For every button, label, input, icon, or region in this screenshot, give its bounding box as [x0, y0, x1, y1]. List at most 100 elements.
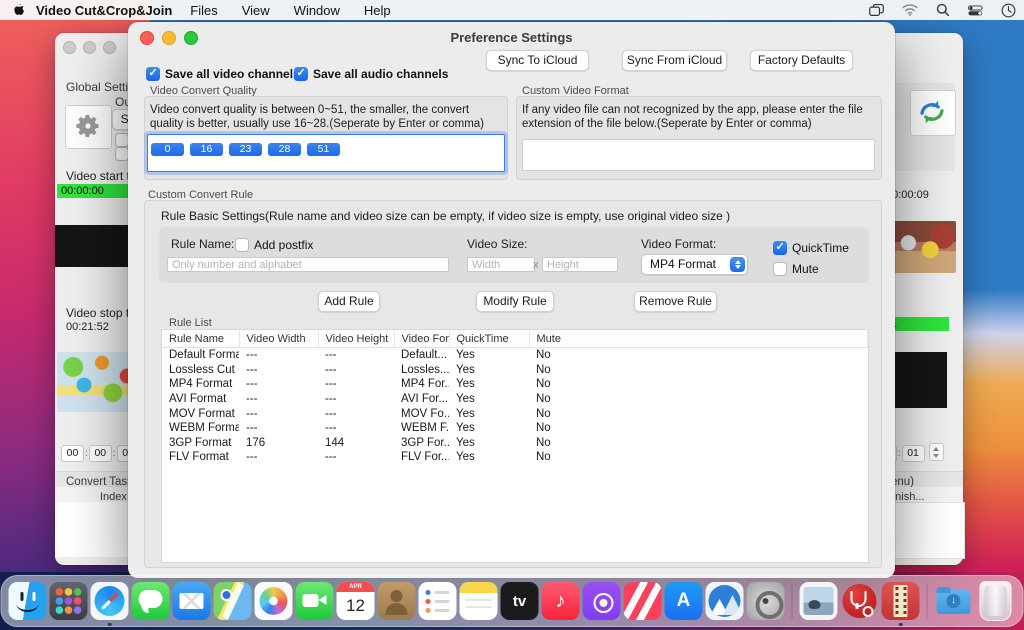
- column-header[interactable]: QuickTime: [449, 330, 529, 348]
- custom-format-input[interactable]: [522, 139, 875, 171]
- dock-mountain-app-icon[interactable]: [706, 582, 744, 620]
- checkbox-box[interactable]: [146, 67, 160, 81]
- rule-list-table[interactable]: Rule Name Video Width Video Height Video…: [161, 329, 869, 563]
- add-postfix-checkbox[interactable]: Add postfix: [235, 236, 313, 254]
- menu-help[interactable]: Help: [364, 3, 391, 18]
- calendar-day: 12: [337, 592, 375, 620]
- quality-tags-field[interactable]: 0 16 23 28 51: [147, 134, 505, 172]
- table-cell: Yes: [449, 348, 529, 363]
- dock-appstore-icon[interactable]: A: [665, 582, 703, 620]
- menu-window[interactable]: Window: [294, 3, 340, 18]
- time-stepper-control[interactable]: [929, 443, 944, 461]
- save-video-checkbox[interactable]: Save all video channels: [146, 65, 300, 83]
- add-rule-button[interactable]: Add Rule: [318, 291, 380, 312]
- seconds-field[interactable]: 01: [902, 445, 925, 462]
- quality-tag[interactable]: 23: [229, 143, 262, 156]
- dock-tv-icon[interactable]: tv: [501, 582, 539, 620]
- window-controls[interactable]: [63, 41, 123, 59]
- checkbox-box[interactable]: [115, 147, 129, 161]
- rule-name-input[interactable]: [167, 257, 449, 272]
- table-row[interactable]: MOV Format------MOV Fo...YesNo: [162, 406, 868, 421]
- dock-maps-icon[interactable]: [214, 582, 252, 620]
- factory-defaults-button[interactable]: Factory Defaults: [750, 50, 853, 71]
- checkbox-box[interactable]: [773, 241, 787, 255]
- table-row[interactable]: 3GP Format1761443GP For...YesNo: [162, 436, 868, 451]
- width-input[interactable]: [467, 257, 535, 272]
- dock-music-icon[interactable]: ♪: [542, 582, 580, 620]
- checkbox-box[interactable]: [773, 262, 787, 276]
- quicktime-checkbox[interactable]: QuickTime: [773, 239, 849, 257]
- dock-podcasts-icon[interactable]: [583, 582, 621, 620]
- menu-view[interactable]: View: [242, 3, 270, 18]
- checkbox-box[interactable]: [235, 238, 249, 252]
- control-center-icon[interactable]: [968, 5, 983, 16]
- quality-tag[interactable]: 16: [190, 143, 223, 156]
- hours-field[interactable]: 00: [61, 445, 84, 462]
- dock-photos-icon[interactable]: [255, 582, 293, 620]
- dock-launchpad-icon[interactable]: [50, 582, 88, 620]
- apple-menu-icon[interactable]: [12, 2, 26, 18]
- convert-button[interactable]: [910, 90, 956, 136]
- video-thumbnail-cartoon[interactable]: [888, 221, 956, 273]
- sync-from-icloud-button[interactable]: Sync From iCloud: [622, 50, 727, 71]
- rule-group-box: Rule Basic Settings(Rule name and video …: [144, 200, 882, 568]
- modify-rule-button[interactable]: Modify Rule: [476, 291, 554, 312]
- dock-facetime-icon[interactable]: [296, 582, 334, 620]
- dock-reminders-icon[interactable]: [419, 582, 457, 620]
- quality-tag[interactable]: 0: [151, 143, 184, 156]
- dock-calendar-icon[interactable]: APR 12: [337, 582, 375, 620]
- table-row[interactable]: WEBM Format------WEBM F...YesNo: [162, 421, 868, 436]
- column-header[interactable]: Rule Name: [162, 330, 239, 348]
- dock-downloads-folder-icon[interactable]: ↓: [935, 582, 973, 620]
- dock-news-icon[interactable]: [624, 582, 662, 620]
- minutes-field[interactable]: 00: [89, 445, 112, 462]
- settings-gear-button[interactable]: [65, 105, 112, 149]
- remove-rule-button[interactable]: Remove Rule: [634, 291, 717, 312]
- dock-trash-icon[interactable]: [980, 581, 1012, 621]
- clock-icon[interactable]: [1001, 3, 1016, 18]
- dock-photo-app-icon[interactable]: [800, 582, 838, 620]
- table-row[interactable]: AVI Format------AVI For...YesNo: [162, 392, 868, 407]
- sync-to-icloud-button[interactable]: Sync To iCloud: [486, 50, 589, 71]
- zoom-button[interactable]: [103, 41, 116, 54]
- displays-icon[interactable]: [869, 4, 884, 17]
- height-input[interactable]: [542, 257, 618, 272]
- dock-stethoscope-app-icon[interactable]: [841, 582, 879, 620]
- close-button[interactable]: [63, 41, 76, 54]
- table-header-row: Rule Name Video Width Video Height Video…: [162, 330, 868, 348]
- dock-safari-icon[interactable]: [91, 582, 129, 620]
- dock-video-app-icon[interactable]: [882, 582, 920, 620]
- dock-contacts-icon[interactable]: [378, 582, 416, 620]
- size-separator: x: [533, 259, 539, 271]
- video-format-select[interactable]: MP4 Format: [641, 254, 748, 275]
- save-audio-checkbox[interactable]: Save all audio channels: [294, 65, 448, 83]
- table-cell: Yes: [449, 450, 529, 465]
- menu-app-name[interactable]: Video Cut&Crop&Join: [36, 3, 172, 18]
- wifi-icon[interactable]: [902, 4, 918, 16]
- table-cell: ---: [239, 392, 318, 407]
- table-row[interactable]: MP4 Format------MP4 For...YesNo: [162, 377, 868, 392]
- quality-tag[interactable]: 28: [268, 143, 301, 156]
- dock-system-preferences-icon[interactable]: [747, 582, 785, 620]
- mute-checkbox[interactable]: Mute: [773, 260, 819, 278]
- search-icon[interactable]: [936, 3, 950, 17]
- table-row[interactable]: FLV Format------FLV For...YesNo: [162, 450, 868, 465]
- table-row[interactable]: Lossless Cut------Lossles...YesNo: [162, 363, 868, 378]
- checkbox-label: Add postfix: [254, 238, 313, 252]
- column-header[interactable]: Video Height: [318, 330, 394, 348]
- dock-finder-icon[interactable]: [9, 582, 47, 620]
- checkbox-box[interactable]: [294, 67, 308, 81]
- quality-tag[interactable]: 51: [307, 143, 340, 156]
- table-cell: MOV Format: [162, 406, 239, 421]
- table-row[interactable]: Default Format------Default...YesNo: [162, 348, 868, 363]
- column-header[interactable]: Video Width: [239, 330, 318, 348]
- menu-files[interactable]: Files: [190, 3, 217, 18]
- column-header[interactable]: Video For...: [394, 330, 449, 348]
- desktop: Global Setting Ou Su P U Video start tim…: [0, 0, 1024, 630]
- dock-messages-icon[interactable]: [132, 582, 170, 620]
- dock-mail-icon[interactable]: [173, 582, 211, 620]
- dock-notes-icon[interactable]: [460, 582, 498, 620]
- column-header[interactable]: Mute: [529, 330, 868, 348]
- minimize-button[interactable]: [83, 41, 96, 54]
- table-cell: ---: [318, 363, 394, 378]
